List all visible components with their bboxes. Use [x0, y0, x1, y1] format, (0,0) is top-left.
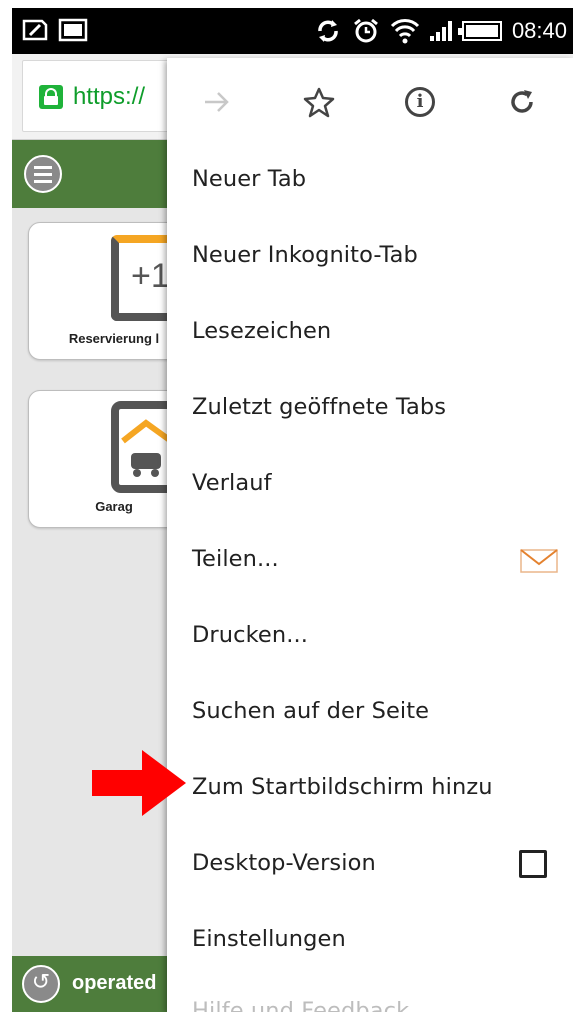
menu-item-label: Zuletzt geöffnete Tabs — [192, 394, 447, 420]
menu-item-desktop-version[interactable]: Desktop-Version — [167, 826, 573, 902]
menu-item-print[interactable]: Drucken... — [167, 598, 573, 674]
signal-icon — [429, 21, 452, 41]
status-right-icons: 08:40 — [314, 8, 567, 54]
menu-item-share[interactable]: Teilen... — [167, 522, 573, 598]
plus-one-text: +1 — [131, 257, 170, 295]
overflow-menu: i Neuer Tab Neuer Inkognito-Tab Lesezeic… — [167, 58, 573, 1012]
status-time: 08:40 — [511, 18, 567, 43]
screen: 08:40 https:// +1 Reservierung l Garag ↺ — [12, 8, 573, 1012]
reload-icon[interactable] — [502, 82, 542, 122]
star-icon[interactable] — [299, 82, 339, 122]
menu-item-label: Suchen auf der Seite — [192, 698, 430, 724]
menu-item-label: Hilfe und Feedback — [192, 998, 410, 1012]
footer-text: operated — [72, 972, 157, 994]
mail-icon[interactable] — [519, 546, 559, 576]
menu-item-new-tab[interactable]: Neuer Tab — [167, 142, 573, 218]
menu-item-add-to-homescreen[interactable]: Zum Startbildschirm hinzu — [167, 750, 573, 826]
menu-item-bookmarks[interactable]: Lesezeichen — [167, 294, 573, 370]
menu-item-help-feedback[interactable]: Hilfe und Feedback — [167, 978, 573, 1012]
menu-toolbar: i — [167, 58, 573, 148]
menu-item-incognito-tab[interactable]: Neuer Inkognito-Tab — [167, 218, 573, 294]
wifi-icon — [390, 19, 420, 44]
menu-item-label: Neuer Tab — [192, 166, 307, 192]
menu-item-label: Einstellungen — [192, 926, 346, 952]
desktop-version-checkbox[interactable] — [519, 850, 547, 878]
status-bar: 08:40 — [12, 8, 573, 54]
menu-item-label: Desktop-Version — [192, 850, 376, 876]
hamburger-menu-icon[interactable] — [24, 155, 62, 193]
menu-item-history[interactable]: Verlauf — [167, 446, 573, 522]
menu-item-label: Drucken... — [192, 622, 308, 648]
menu-item-label: Verlauf — [192, 470, 272, 496]
menu-item-label: Teilen... — [192, 546, 279, 572]
menu-item-label: Neuer Inkognito-Tab — [192, 242, 418, 268]
sync-icon — [318, 20, 338, 42]
menu-item-settings[interactable]: Einstellungen — [167, 902, 573, 978]
menu-item-label: Zum Startbildschirm hinzu — [192, 774, 493, 800]
sim-icon — [22, 19, 48, 41]
forward-icon[interactable] — [197, 82, 237, 122]
red-arrow-icon — [92, 750, 186, 816]
url-text: https:// — [73, 83, 146, 110]
menu-item-find-in-page[interactable]: Suchen auf der Seite — [167, 674, 573, 750]
alarm-icon — [354, 18, 378, 43]
back-icon[interactable]: ↺ — [22, 965, 60, 1003]
screen-icon — [58, 18, 88, 42]
info-icon[interactable]: i — [400, 82, 440, 122]
menu-item-recent-tabs[interactable]: Zuletzt geöffnete Tabs — [167, 370, 573, 446]
battery-icon — [457, 21, 502, 41]
status-left-icons — [20, 17, 88, 43]
menu-item-label: Lesezeichen — [192, 318, 332, 344]
lock-icon[interactable] — [39, 85, 63, 109]
